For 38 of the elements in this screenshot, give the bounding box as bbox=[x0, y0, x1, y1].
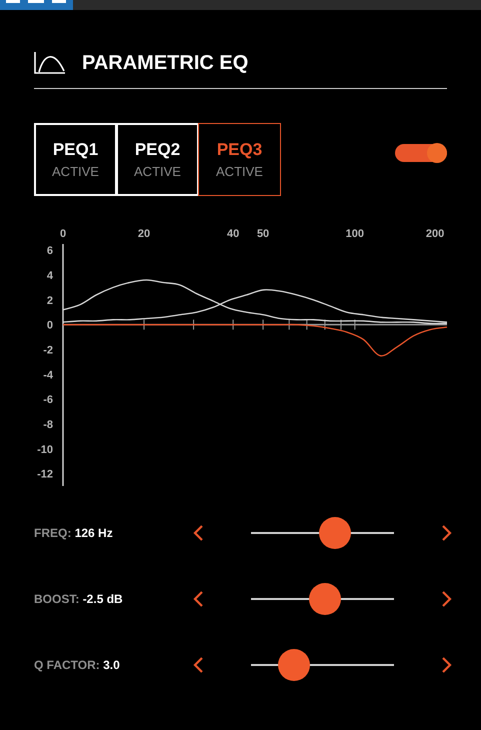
increase-chevron-icon[interactable] bbox=[440, 524, 454, 542]
y-tick-label: 2 bbox=[46, 294, 53, 307]
parameter-label: BOOST: bbox=[34, 592, 80, 606]
slider-thumb[interactable] bbox=[309, 583, 342, 615]
parameter-value: -2.5 dB bbox=[82, 592, 123, 606]
y-tick-label: -8 bbox=[43, 418, 53, 431]
y-tick-label: 0 bbox=[46, 320, 53, 332]
decrease-chevron-icon[interactable] bbox=[191, 656, 206, 674]
slider-thumb[interactable] bbox=[318, 517, 351, 549]
peq-tab[interactable]: PEQ1 ACTIVE bbox=[34, 123, 117, 196]
y-tick-label: -4 bbox=[43, 369, 53, 382]
y-tick-label: -10 bbox=[37, 444, 53, 456]
peq-tab[interactable]: PEQ2 ACTIVE bbox=[116, 123, 199, 196]
x-axis-label: 200 bbox=[426, 228, 444, 240]
y-tick-label: 4 bbox=[46, 270, 53, 282]
x-axis-label: 0 bbox=[60, 228, 66, 240]
decrease-chevron-icon[interactable] bbox=[191, 524, 206, 542]
increase-chevron-icon[interactable] bbox=[440, 590, 454, 608]
parameter-value: 126 Hz bbox=[74, 526, 113, 540]
parameter-label: FREQ: bbox=[34, 526, 72, 540]
y-tick-label: -12 bbox=[37, 468, 53, 481]
x-axis-label: 20 bbox=[138, 228, 150, 240]
parameter-value: 3.0 bbox=[103, 658, 120, 672]
y-tick-label: 6 bbox=[46, 245, 53, 258]
x-axis-label: 100 bbox=[346, 228, 364, 240]
toggle-switch[interactable] bbox=[395, 144, 447, 162]
curve-icon bbox=[34, 52, 66, 74]
peq-tab[interactable]: PEQ3 ACTIVE bbox=[198, 123, 281, 196]
x-axis-label: 40 bbox=[226, 228, 240, 240]
decrease-chevron-icon[interactable] bbox=[191, 590, 206, 608]
x-axis-label: 50 bbox=[256, 228, 270, 240]
y-tick-label: -6 bbox=[43, 394, 53, 406]
slider-thumb[interactable] bbox=[278, 649, 310, 681]
parameter-label: Q FACTOR: bbox=[34, 658, 100, 672]
page-title: PARAMETRIC EQ bbox=[82, 51, 248, 76]
logo-icon bbox=[0, 0, 73, 10]
y-tick-label: -2 bbox=[43, 344, 53, 356]
increase-chevron-icon[interactable] bbox=[440, 656, 454, 674]
